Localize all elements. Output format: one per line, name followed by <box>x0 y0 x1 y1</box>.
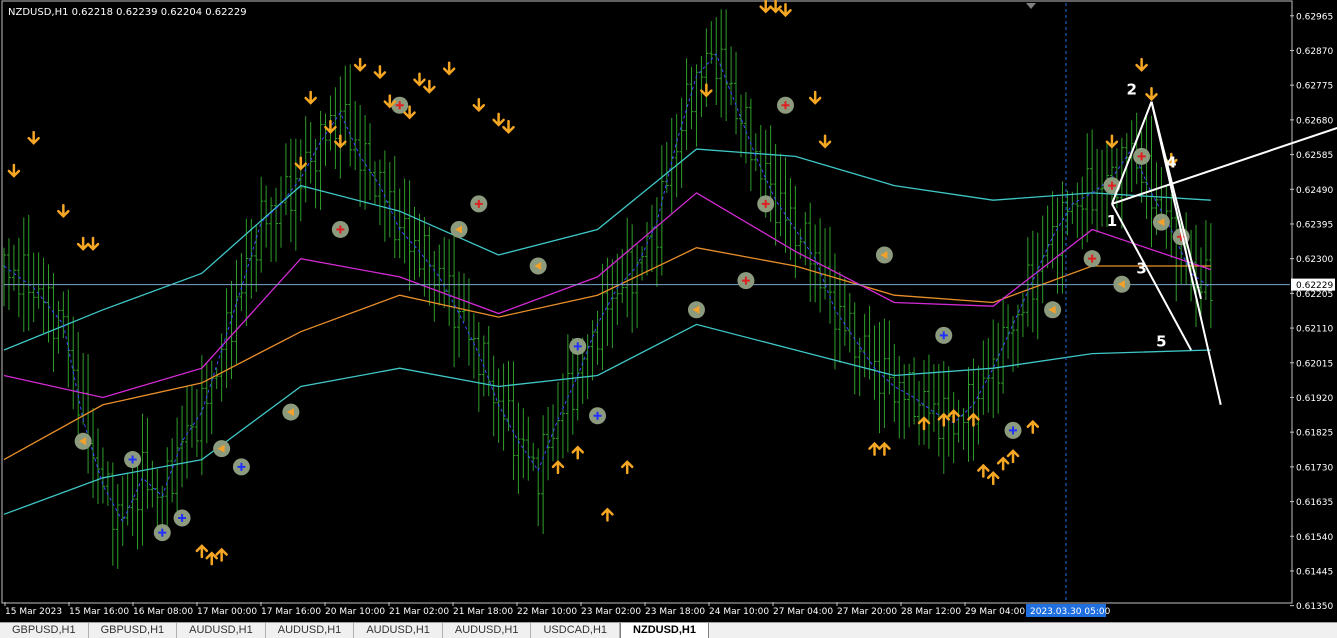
down-arrow-icon <box>413 72 426 87</box>
down-arrow-icon <box>57 203 70 218</box>
down-arrow-icon <box>492 112 505 127</box>
down-arrow-icon <box>294 156 308 171</box>
y-tick-label: 0.61445 <box>1296 567 1333 577</box>
chart-shift-icon <box>1026 3 1036 9</box>
chart-tab[interactable]: AUDUSD,H1 <box>443 623 532 638</box>
up-arrow-icon <box>195 544 209 559</box>
chart-tab[interactable]: NZDUSD,H1 <box>620 623 709 638</box>
up-arrow-icon <box>551 460 565 475</box>
y-tick-label: 0.61825 <box>1296 429 1333 439</box>
down-arrow-icon <box>304 90 317 105</box>
chart-tab[interactable]: AUDUSD,H1 <box>177 623 266 638</box>
chart-tab[interactable]: GBPUSD,H1 <box>89 623 178 638</box>
up-arrow-icon <box>601 507 614 522</box>
x-tick-label: 17 Mar 00:00 <box>197 607 257 617</box>
wave-label: 1 <box>1107 212 1117 230</box>
y-tick-label: 0.62870 <box>1296 47 1333 57</box>
wave-label: 2 <box>1127 80 1137 98</box>
down-arrow-icon <box>86 236 100 251</box>
x-tick-label: 21 Mar 02:00 <box>389 607 449 617</box>
x-tick-label: 23 Mar 18:00 <box>645 607 705 617</box>
wave-label: 3 <box>1136 259 1146 277</box>
down-arrow-icon <box>1135 57 1148 72</box>
y-tick-label: 0.62395 <box>1296 220 1333 230</box>
wave-label: 5 <box>1156 332 1166 350</box>
down-arrow-icon <box>759 0 772 14</box>
up-arrow-icon <box>1026 419 1040 434</box>
x-tick-label: 24 Mar 10:00 <box>709 607 769 617</box>
plot-frame <box>1 0 1293 604</box>
down-arrow-icon <box>502 119 515 134</box>
y-tick-label: 0.62110 <box>1296 325 1333 335</box>
down-arrow-icon <box>353 57 367 72</box>
wave-label: 4 <box>1166 153 1176 171</box>
chart-tab[interactable]: AUDUSD,H1 <box>354 623 443 638</box>
down-arrow-icon <box>818 134 832 149</box>
time-marker-label: 2023.03.30 05:00 <box>1030 607 1111 617</box>
chart-tab[interactable]: AUDUSD,H1 <box>266 623 355 638</box>
x-tick-label: 27 Mar 04:00 <box>773 607 833 617</box>
y-tick-label: 0.61730 <box>1296 463 1333 473</box>
y-tick-label: 0.61635 <box>1296 498 1333 508</box>
x-tick-label: 16 Mar 08:00 <box>133 607 193 617</box>
chart-tab[interactable]: USDCAD,H1 <box>531 623 621 638</box>
x-tick-label: 15 Mar 2023 <box>5 607 62 617</box>
down-arrow-icon <box>27 130 40 145</box>
up-arrow-icon <box>977 463 990 478</box>
up-arrow-icon <box>620 460 634 475</box>
down-arrow-icon <box>76 236 90 251</box>
up-arrow-icon <box>868 441 881 456</box>
chart-window[interactable]: 2 4 1 3 5 0.62965 0.62870 0.62775 0.62680 0.62585… <box>0 0 1337 622</box>
up-arrow-icon <box>996 456 1010 471</box>
y-tick-label: 0.62585 <box>1296 151 1333 161</box>
y-tick-label: 0.62300 <box>1296 255 1333 265</box>
x-tick-label: 17 Mar 16:00 <box>261 607 321 617</box>
down-arrow-icon <box>472 98 486 113</box>
current-price-label: 0.62229 <box>1296 281 1333 291</box>
y-tick-label: 0.62490 <box>1296 186 1333 196</box>
down-arrow-icon <box>769 0 782 14</box>
up-arrow-icon <box>1006 449 1020 464</box>
chart-tab[interactable]: GBPUSD,H1 <box>0 623 89 638</box>
down-arrow-icon <box>1105 134 1119 149</box>
down-arrow-icon <box>808 90 822 105</box>
up-arrow-icon <box>215 547 228 562</box>
y-tick-label: 0.62205 <box>1296 290 1333 300</box>
symbol-ohlc-header: NZDUSD,H1 0.62218 0.62239 0.62204 0.6222… <box>8 7 247 18</box>
up-arrow-icon <box>205 551 218 566</box>
x-tick-label: 20 Mar 10:00 <box>325 607 385 617</box>
y-tick-label: 0.62965 <box>1296 12 1333 22</box>
x-tick-label: 22 Mar 10:00 <box>517 607 577 617</box>
price-chart[interactable]: 2 4 1 3 5 0.62965 0.62870 0.62775 0.62680 0.62585… <box>0 0 1337 622</box>
down-arrow-icon <box>1145 87 1158 102</box>
up-arrow-icon <box>986 471 1000 486</box>
y-tick-label: 0.62775 <box>1296 82 1333 92</box>
y-tick-label: 0.62680 <box>1296 116 1333 126</box>
down-arrow-icon <box>334 134 347 149</box>
down-arrow-icon <box>373 65 387 80</box>
up-arrow-icon <box>878 441 891 456</box>
x-tick-label: 28 Mar 12:00 <box>901 607 961 617</box>
chart-tab-bar: GBPUSD,H1 GBPUSD,H1 AUDUSD,H1 AUDUSD,H1 AUDU… <box>0 622 1337 638</box>
down-arrow-icon <box>779 3 792 18</box>
x-tick-label: 29 Mar 04:00 <box>965 607 1025 617</box>
x-tick-label: 23 Mar 02:00 <box>581 607 641 617</box>
down-arrow-icon <box>423 79 436 94</box>
y-tick-label: 0.61350 <box>1296 602 1333 612</box>
y-tick-label: 0.62015 <box>1296 359 1333 369</box>
down-arrow-icon <box>442 61 456 76</box>
lower-band-line <box>3 323 1211 515</box>
x-tick-label: 21 Mar 18:00 <box>453 607 513 617</box>
down-arrow-icon <box>7 163 21 178</box>
x-tick-label: 27 Mar 20:00 <box>837 607 897 617</box>
y-tick-label: 0.61540 <box>1296 533 1333 543</box>
up-arrow-icon <box>571 445 585 460</box>
y-tick-label: 0.61920 <box>1296 394 1333 404</box>
x-tick-label: 15 Mar 16:00 <box>69 607 129 617</box>
down-arrow-icon <box>700 83 713 98</box>
up-arrow-icon <box>917 416 931 431</box>
